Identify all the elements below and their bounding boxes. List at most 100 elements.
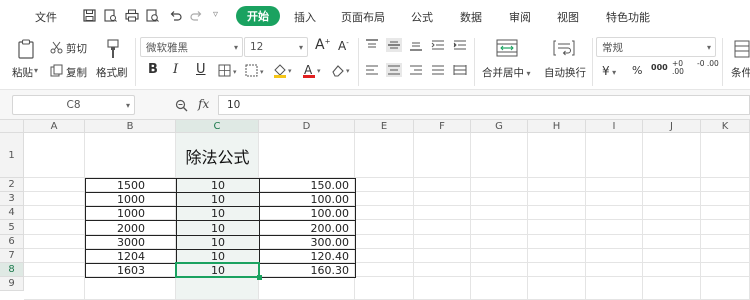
grid-cell[interactable] [643, 263, 701, 277]
row-header[interactable]: 3 [0, 192, 24, 206]
grid-cell[interactable] [701, 235, 750, 249]
name-box[interactable]: C8 ▾ [12, 95, 135, 115]
table-cell[interactable]: 1000 [85, 192, 177, 207]
table-cell[interactable]: 200.00 [259, 220, 356, 236]
table-cell[interactable]: 1204 [85, 249, 177, 264]
grid-cell[interactable] [414, 178, 471, 192]
row-header[interactable]: 1 [0, 133, 24, 178]
grid-cell[interactable] [643, 133, 701, 178]
print-preview-icon[interactable] [103, 8, 118, 23]
grid-cell[interactable] [471, 277, 528, 300]
grid-cell[interactable] [471, 178, 528, 192]
grid-cell[interactable] [414, 220, 471, 235]
format-painter-icon[interactable] [104, 38, 122, 60]
merge-center-label[interactable]: 合并居中 ▾ [482, 65, 531, 80]
fill-color-icon[interactable]: ▾ [272, 62, 296, 78]
table-cell[interactable]: 120.40 [259, 249, 356, 264]
grid-cell[interactable] [414, 235, 471, 249]
italic-button[interactable]: I [173, 62, 178, 77]
row-header[interactable]: 5 [0, 220, 24, 235]
grid-cell[interactable] [586, 249, 643, 263]
table-cell[interactable]: 2000 [85, 220, 177, 236]
grid-cell[interactable] [528, 235, 586, 249]
table-cell[interactable]: 1603 [85, 263, 177, 278]
align-middle-icon[interactable] [386, 38, 402, 52]
grid-cell[interactable] [528, 249, 586, 263]
table-cell[interactable]: 10 [176, 249, 260, 264]
grid-cell[interactable] [586, 235, 643, 249]
column-header[interactable]: A [24, 120, 85, 133]
grid-cell[interactable] [355, 249, 414, 263]
zoom-icon[interactable] [174, 98, 188, 112]
column-header[interactable]: I [586, 120, 643, 133]
copy-icon[interactable] [49, 63, 63, 77]
grid-cell[interactable] [414, 277, 471, 300]
grid-cell[interactable] [471, 220, 528, 235]
export-icon[interactable] [145, 8, 160, 23]
grid-cell[interactable] [24, 133, 85, 178]
table-cell[interactable]: 150.00 [259, 178, 356, 193]
grid-cell[interactable] [586, 263, 643, 277]
grid-cell[interactable] [586, 178, 643, 192]
font-name-select[interactable]: 微软雅黑 ▾ [140, 37, 243, 57]
tab-review[interactable]: 审阅 [509, 9, 531, 25]
grid-cell[interactable] [24, 178, 85, 192]
grid-cell[interactable] [701, 178, 750, 192]
grid-cell[interactable] [414, 263, 471, 277]
row-header[interactable]: 6 [0, 235, 24, 249]
grid-cell[interactable] [85, 277, 176, 300]
justify-icon[interactable] [430, 63, 446, 77]
table-cell[interactable]: 100.00 [259, 192, 356, 207]
paste-icon[interactable] [16, 38, 36, 60]
column-header-selected[interactable]: C [176, 120, 259, 133]
thousands-button[interactable]: 000 [651, 63, 668, 72]
grid-cell[interactable] [643, 220, 701, 235]
table-cell[interactable]: 10 [176, 178, 260, 193]
tab-home[interactable]: 开始 [236, 6, 280, 26]
indent-icon[interactable] [452, 38, 468, 52]
grid-cell[interactable] [643, 178, 701, 192]
bold-button[interactable]: B [148, 62, 158, 77]
borders-icon[interactable]: ▾ [217, 63, 241, 77]
grid-cell[interactable] [24, 235, 85, 249]
menu-file[interactable]: 文件 [35, 9, 57, 25]
font-color-icon[interactable]: A ▾ [301, 62, 325, 78]
grid-cell[interactable] [701, 133, 750, 178]
grid-cell[interactable] [528, 178, 586, 192]
tab-insert[interactable]: 插入 [294, 9, 316, 25]
tab-page-layout[interactable]: 页面布局 [341, 9, 385, 25]
grid-cell[interactable] [259, 133, 355, 178]
clear-format-icon[interactable]: ▾ [329, 62, 355, 78]
table-cell[interactable]: 1500 [85, 178, 177, 193]
wrap-text-label[interactable]: 自动换行 [544, 65, 586, 80]
column-header[interactable]: H [528, 120, 586, 133]
grid-cell[interactable] [355, 235, 414, 249]
distributed-icon[interactable] [452, 63, 468, 77]
grid-cell[interactable] [471, 206, 528, 220]
row-header[interactable]: 9 [0, 277, 24, 291]
function-button[interactable]: fx [198, 97, 209, 111]
grid-cell[interactable] [643, 249, 701, 263]
align-bottom-icon[interactable] [408, 38, 424, 52]
grid-cell[interactable] [471, 249, 528, 263]
grid-cell[interactable] [24, 192, 85, 206]
tab-formulas[interactable]: 公式 [411, 9, 433, 25]
scissors-icon[interactable] [49, 40, 63, 54]
quick-access-dropdown[interactable]: ▿ [213, 9, 218, 20]
grid-cell[interactable] [471, 192, 528, 206]
grid-cell[interactable] [701, 220, 750, 235]
grid-cell[interactable] [643, 206, 701, 220]
column-header[interactable]: J [643, 120, 701, 133]
grid-cell[interactable] [355, 263, 414, 277]
text-direction-icon[interactable] [430, 38, 446, 52]
grid-cell[interactable] [414, 206, 471, 220]
column-header[interactable]: E [355, 120, 414, 133]
cut-label[interactable]: 剪切 [66, 41, 87, 56]
column-header[interactable]: B [85, 120, 176, 133]
grid-cell[interactable] [528, 263, 586, 277]
grid-cell[interactable] [414, 192, 471, 206]
fill-handle[interactable] [257, 275, 262, 280]
increase-decimal-button[interactable]: +0 .00 [672, 60, 694, 76]
grid-cell[interactable] [586, 220, 643, 235]
number-format-select[interactable]: 常规 ▾ [596, 37, 716, 57]
